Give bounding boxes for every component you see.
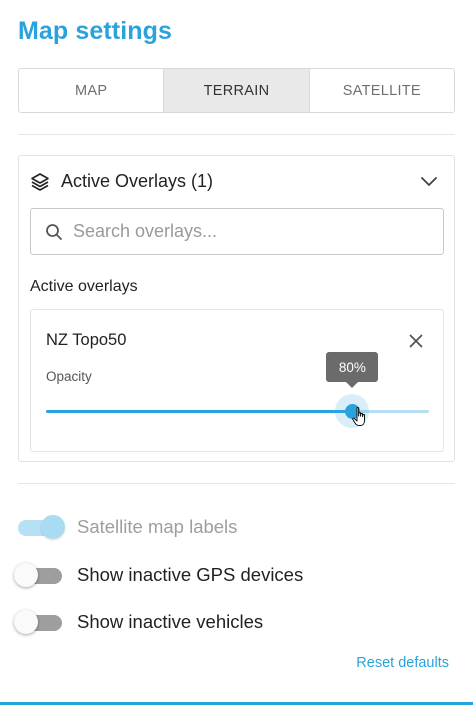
overlays-panel-title: Active Overlays (1) bbox=[61, 171, 214, 191]
map-type-map-button[interactable]: MAP bbox=[19, 69, 163, 112]
inactive-vehicles-toggle[interactable] bbox=[14, 610, 64, 634]
satellite-labels-row: Satellite map labels bbox=[14, 512, 454, 542]
hand-cursor-icon bbox=[352, 407, 366, 426]
overlay-search-box bbox=[30, 208, 444, 255]
overlay-name: NZ Topo50 bbox=[46, 331, 127, 349]
close-icon[interactable] bbox=[409, 334, 423, 348]
slider-track bbox=[46, 410, 353, 413]
page-title: Map settings bbox=[18, 17, 172, 45]
overlay-card: NZ Topo50 Opacity 80% bbox=[30, 309, 444, 452]
search-icon bbox=[46, 224, 62, 240]
toggle-knob bbox=[14, 563, 38, 587]
inactive-gps-toggle[interactable] bbox=[14, 563, 64, 587]
opacity-slider[interactable]: 80% bbox=[46, 352, 429, 428]
opacity-label: Opacity bbox=[46, 369, 92, 384]
toggle-knob bbox=[41, 515, 65, 539]
inactive-gps-label: Show inactive GPS devices bbox=[77, 564, 304, 585]
overlays-panel: Active Overlays (1) Active overlays NZ T… bbox=[18, 155, 455, 462]
divider bbox=[18, 134, 455, 135]
satellite-labels-toggle[interactable] bbox=[14, 515, 65, 539]
map-type-terrain-button[interactable]: TERRAIN bbox=[163, 69, 309, 112]
toggle-knob bbox=[14, 610, 38, 634]
chevron-down-icon[interactable] bbox=[420, 175, 438, 187]
active-overlays-heading: Active overlays bbox=[30, 278, 138, 295]
inactive-gps-row: Show inactive GPS devices bbox=[14, 560, 454, 590]
map-type-satellite-button[interactable]: SATELLITE bbox=[308, 69, 454, 112]
reset-defaults-link[interactable]: Reset defaults bbox=[356, 655, 449, 671]
overlays-panel-header[interactable]: Active Overlays (1) bbox=[19, 156, 454, 208]
map-type-selector: MAP TERRAIN SATELLITE bbox=[18, 68, 455, 113]
inactive-vehicles-label: Show inactive vehicles bbox=[77, 611, 264, 632]
divider bbox=[18, 483, 455, 484]
overlay-search-input[interactable] bbox=[73, 209, 433, 254]
opacity-value-tooltip: 80% bbox=[326, 352, 379, 388]
layers-icon bbox=[31, 173, 49, 191]
inactive-vehicles-row: Show inactive vehicles bbox=[14, 607, 454, 637]
satellite-labels-label: Satellite map labels bbox=[77, 516, 238, 537]
